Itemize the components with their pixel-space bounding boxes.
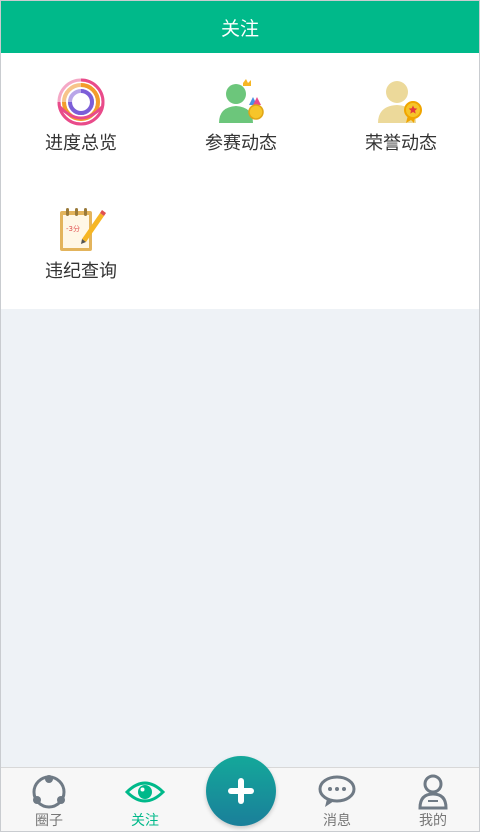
page-title: 关注 [220,17,259,40]
feature-label: 参赛动态 [205,133,277,154]
feature-label: 违纪查询 [45,261,117,282]
participant-medal-icon [219,79,264,123]
tab-me[interactable]: 我的 [385,768,479,831]
app-frame: 关注 进度总览 参赛动态 荣誉动态 -3分 违纪查询 圈子 关注 消息 我的 [0,0,480,832]
tab-label: 关注 [131,813,159,829]
feature-grid: 进度总览 参赛动态 荣誉动态 -3分 违纪查询 [1,53,479,309]
user-profile-icon [418,774,448,810]
tab-messages[interactable]: 消息 [289,768,385,831]
feature-progress-overview[interactable]: 进度总览 [1,53,161,163]
tab-follow[interactable]: 关注 [97,768,193,831]
feature-label: 荣誉动态 [365,133,437,154]
plus-icon [228,778,254,804]
header-bar: 关注 [1,1,479,53]
feature-participation-updates[interactable]: 参赛动态 [161,53,321,163]
tab-circle[interactable]: 圈子 [1,768,97,831]
violation-notepad-icon: -3分 [60,208,106,251]
tab-label: 消息 [323,813,351,829]
feature-violation-query[interactable]: -3分 违纪查询 [1,181,161,291]
tab-label: 我的 [419,813,447,829]
note-text: -3分 [66,224,80,233]
eye-icon [125,781,165,803]
add-button[interactable] [206,756,276,826]
progress-rings-icon [57,78,105,126]
tab-label: 圈子 [35,813,63,829]
honor-badge-icon [378,81,422,123]
circle-people-icon [32,775,66,809]
feature-label: 进度总览 [45,133,117,154]
feature-honor-updates[interactable]: 荣誉动态 [321,53,479,163]
chat-bubbles-icon [318,775,356,807]
